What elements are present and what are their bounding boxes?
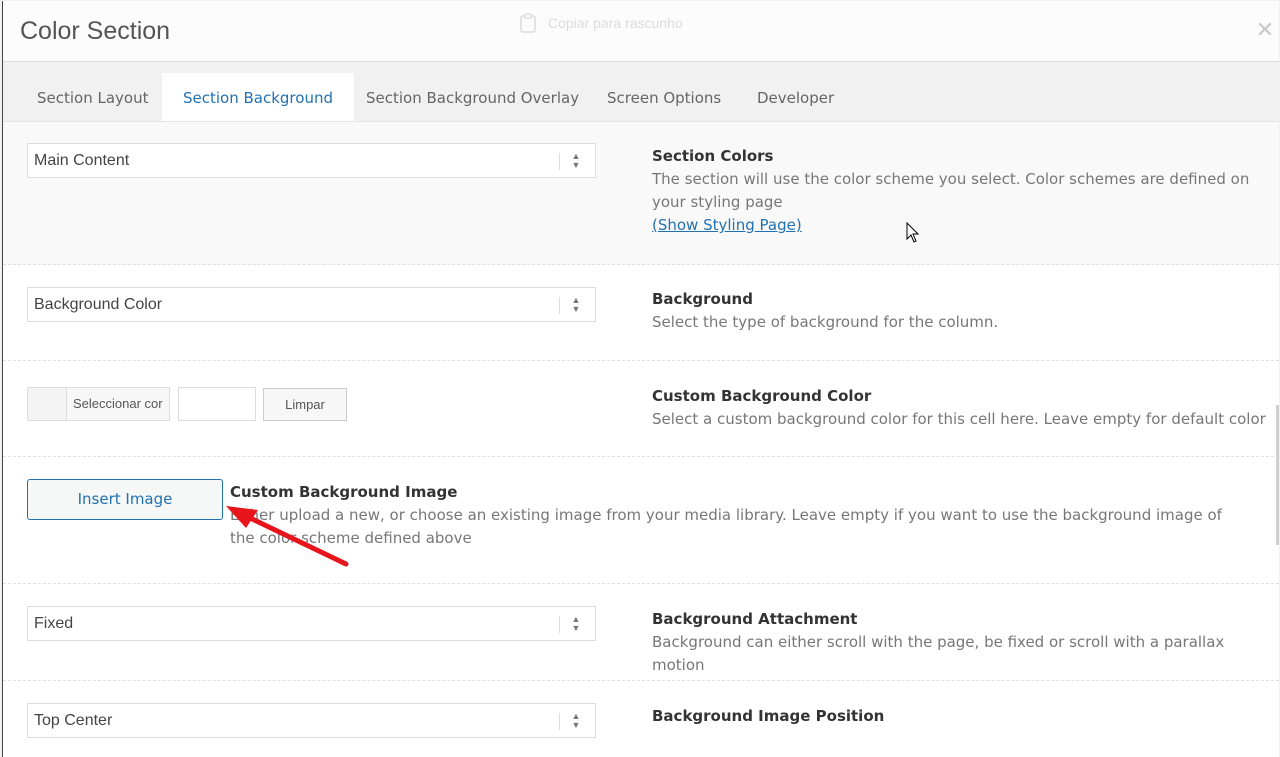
insert-image-button[interactable]: Insert Image (27, 479, 223, 520)
tab-section-background[interactable]: Section Background (162, 73, 354, 121)
section-colors-label: Section Colors (652, 147, 774, 165)
bg-attachment-select[interactable]: Fixed ▲ ▼ (27, 606, 596, 641)
select-divider (559, 713, 560, 730)
section-colors-desc-text: The section will use the color scheme yo… (652, 170, 1250, 211)
select-arrows-icon: ▲ ▼ (571, 614, 581, 633)
select-value: Top Center (34, 712, 113, 729)
tab-screen-options[interactable]: Screen Options (586, 73, 742, 121)
mouse-cursor-icon (906, 222, 920, 243)
copy-to-draft-label: Copiar para rascunho (548, 15, 683, 31)
bg-image-position-select[interactable]: Top Center ▲ ▼ (27, 703, 596, 738)
modal-header: Color Section Copiar para rascunho ✕ (3, 1, 1279, 62)
background-label: Background (652, 290, 753, 308)
custom-bg-color-row: Seleccionar cor Limpar Custom Background… (3, 361, 1279, 457)
modal-title: Color Section (20, 17, 171, 45)
clipboard-icon (520, 13, 536, 33)
hex-color-input[interactable] (178, 387, 256, 421)
select-arrows-icon: ▲ ▼ (571, 151, 581, 170)
tab-developer[interactable]: Developer (736, 73, 855, 121)
select-value: Main Content (34, 152, 130, 169)
copy-to-draft-ghost: Copiar para rascunho (518, 12, 683, 34)
section-colors-desc: The section will use the color scheme yo… (652, 168, 1262, 237)
select-value: Fixed (34, 615, 74, 632)
bg-attachment-row: Fixed ▲ ▼ Background Attachment Backgroun… (3, 584, 1279, 681)
custom-bg-image-label: Custom Background Image (230, 483, 458, 501)
background-desc: Select the type of background for the co… (652, 313, 999, 331)
clear-button[interactable]: Limpar (263, 388, 347, 421)
background-type-select[interactable]: Background Color ▲ ▼ (27, 287, 596, 322)
select-arrows-icon: ▲ ▼ (571, 295, 581, 314)
tab-bar: Section Layout Section Background Sectio… (3, 62, 1279, 122)
custom-bg-image-desc: Either upload a new, or choose an existi… (230, 506, 1222, 547)
select-arrows-icon: ▲ ▼ (571, 711, 581, 730)
select-divider (559, 297, 560, 314)
bg-attachment-label: Background Attachment (652, 610, 858, 628)
modal-dialog: Color Section Copiar para rascunho ✕ Sec… (2, 1, 1279, 757)
custom-bg-image-row: Insert Image Custom Background Image Eit… (3, 457, 1279, 584)
tab-section-background-overlay[interactable]: Section Background Overlay (345, 73, 600, 121)
section-colors-select[interactable]: Main Content ▲ ▼ (27, 143, 596, 178)
tab-section-layout[interactable]: Section Layout (16, 73, 170, 121)
bg-image-position-row: Top Center ▲ ▼ Background Image Position (3, 681, 1279, 757)
select-divider (559, 616, 560, 633)
select-divider (559, 153, 560, 170)
color-swatch[interactable] (28, 388, 67, 420)
scrollbar[interactable] (1276, 405, 1279, 545)
select-value: Background Color (34, 296, 163, 313)
bg-image-position-label: Background Image Position (652, 707, 885, 725)
close-icon[interactable]: ✕ (1255, 19, 1275, 43)
select-color-button[interactable]: Seleccionar cor (67, 388, 169, 420)
background-row: Background Color ▲ ▼ Background Select th… (3, 265, 1279, 361)
custom-bg-color-label: Custom Background Color (652, 387, 872, 405)
show-styling-page-link[interactable]: (Show Styling Page) (652, 216, 802, 234)
bg-attachment-desc: Background can either scroll with the pa… (652, 633, 1225, 674)
color-picker[interactable]: Seleccionar cor (27, 387, 170, 421)
custom-bg-color-desc: Select a custom background color for thi… (652, 410, 1266, 428)
section-colors-row: Main Content ▲ ▼ Section Colors The secti… (3, 122, 1279, 265)
